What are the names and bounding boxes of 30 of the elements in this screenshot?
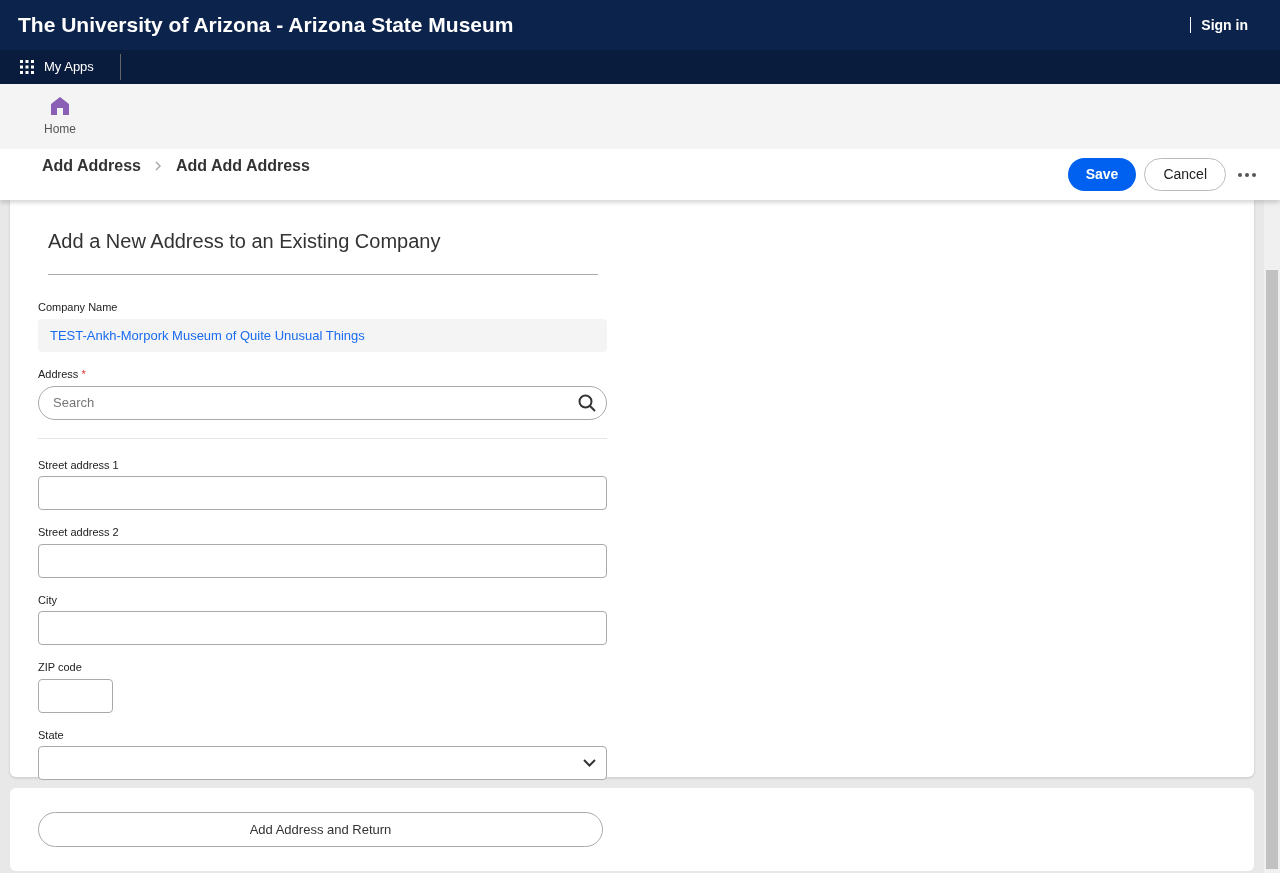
field-label: Address * bbox=[38, 367, 87, 382]
select-field[interactable] bbox=[38, 746, 607, 780]
field-label: Street address 2 bbox=[38, 525, 120, 540]
search-field[interactable]: Search bbox=[38, 385, 607, 420]
input-field[interactable] bbox=[38, 611, 607, 645]
chevron-down-icon bbox=[583, 759, 596, 767]
input-field[interactable] bbox=[38, 543, 607, 578]
sign-in-link[interactable]: Sign in bbox=[1190, 17, 1248, 33]
home-icon bbox=[50, 96, 70, 116]
breadcrumb-item[interactable]: Add Address bbox=[42, 154, 141, 178]
field-label: City bbox=[38, 592, 58, 608]
field-label: ZIP code bbox=[38, 660, 83, 675]
field-label: Company Name bbox=[38, 300, 119, 315]
company-name-value: TEST-Ankh-Morpork Museum of Quite Unusual Things bbox=[38, 318, 607, 352]
my-apps-button[interactable]: My Apps bbox=[20, 54, 121, 80]
cancel-button[interactable]: Cancel bbox=[1144, 158, 1226, 191]
save-button[interactable]: Save bbox=[1067, 158, 1137, 191]
add-address-return-button[interactable]: Add Address and Return bbox=[38, 812, 603, 847]
field-label: Street address 1 bbox=[38, 457, 120, 473]
input-field[interactable] bbox=[38, 678, 113, 713]
site-title: The University of Arizona - Arizona State Museum bbox=[18, 12, 514, 39]
grid-icon bbox=[20, 60, 34, 74]
home-button[interactable]: Home bbox=[44, 96, 76, 138]
chevron-icon bbox=[155, 161, 162, 171]
scrollbar[interactable] bbox=[1264, 200, 1280, 873]
field-label: State bbox=[38, 727, 65, 743]
form-title: Add a New Address to an Existing Company bbox=[48, 226, 598, 275]
search-icon[interactable] bbox=[578, 393, 596, 412]
breadcrumb-item: Add Add Address bbox=[176, 156, 310, 176]
input-field[interactable] bbox=[38, 476, 607, 510]
